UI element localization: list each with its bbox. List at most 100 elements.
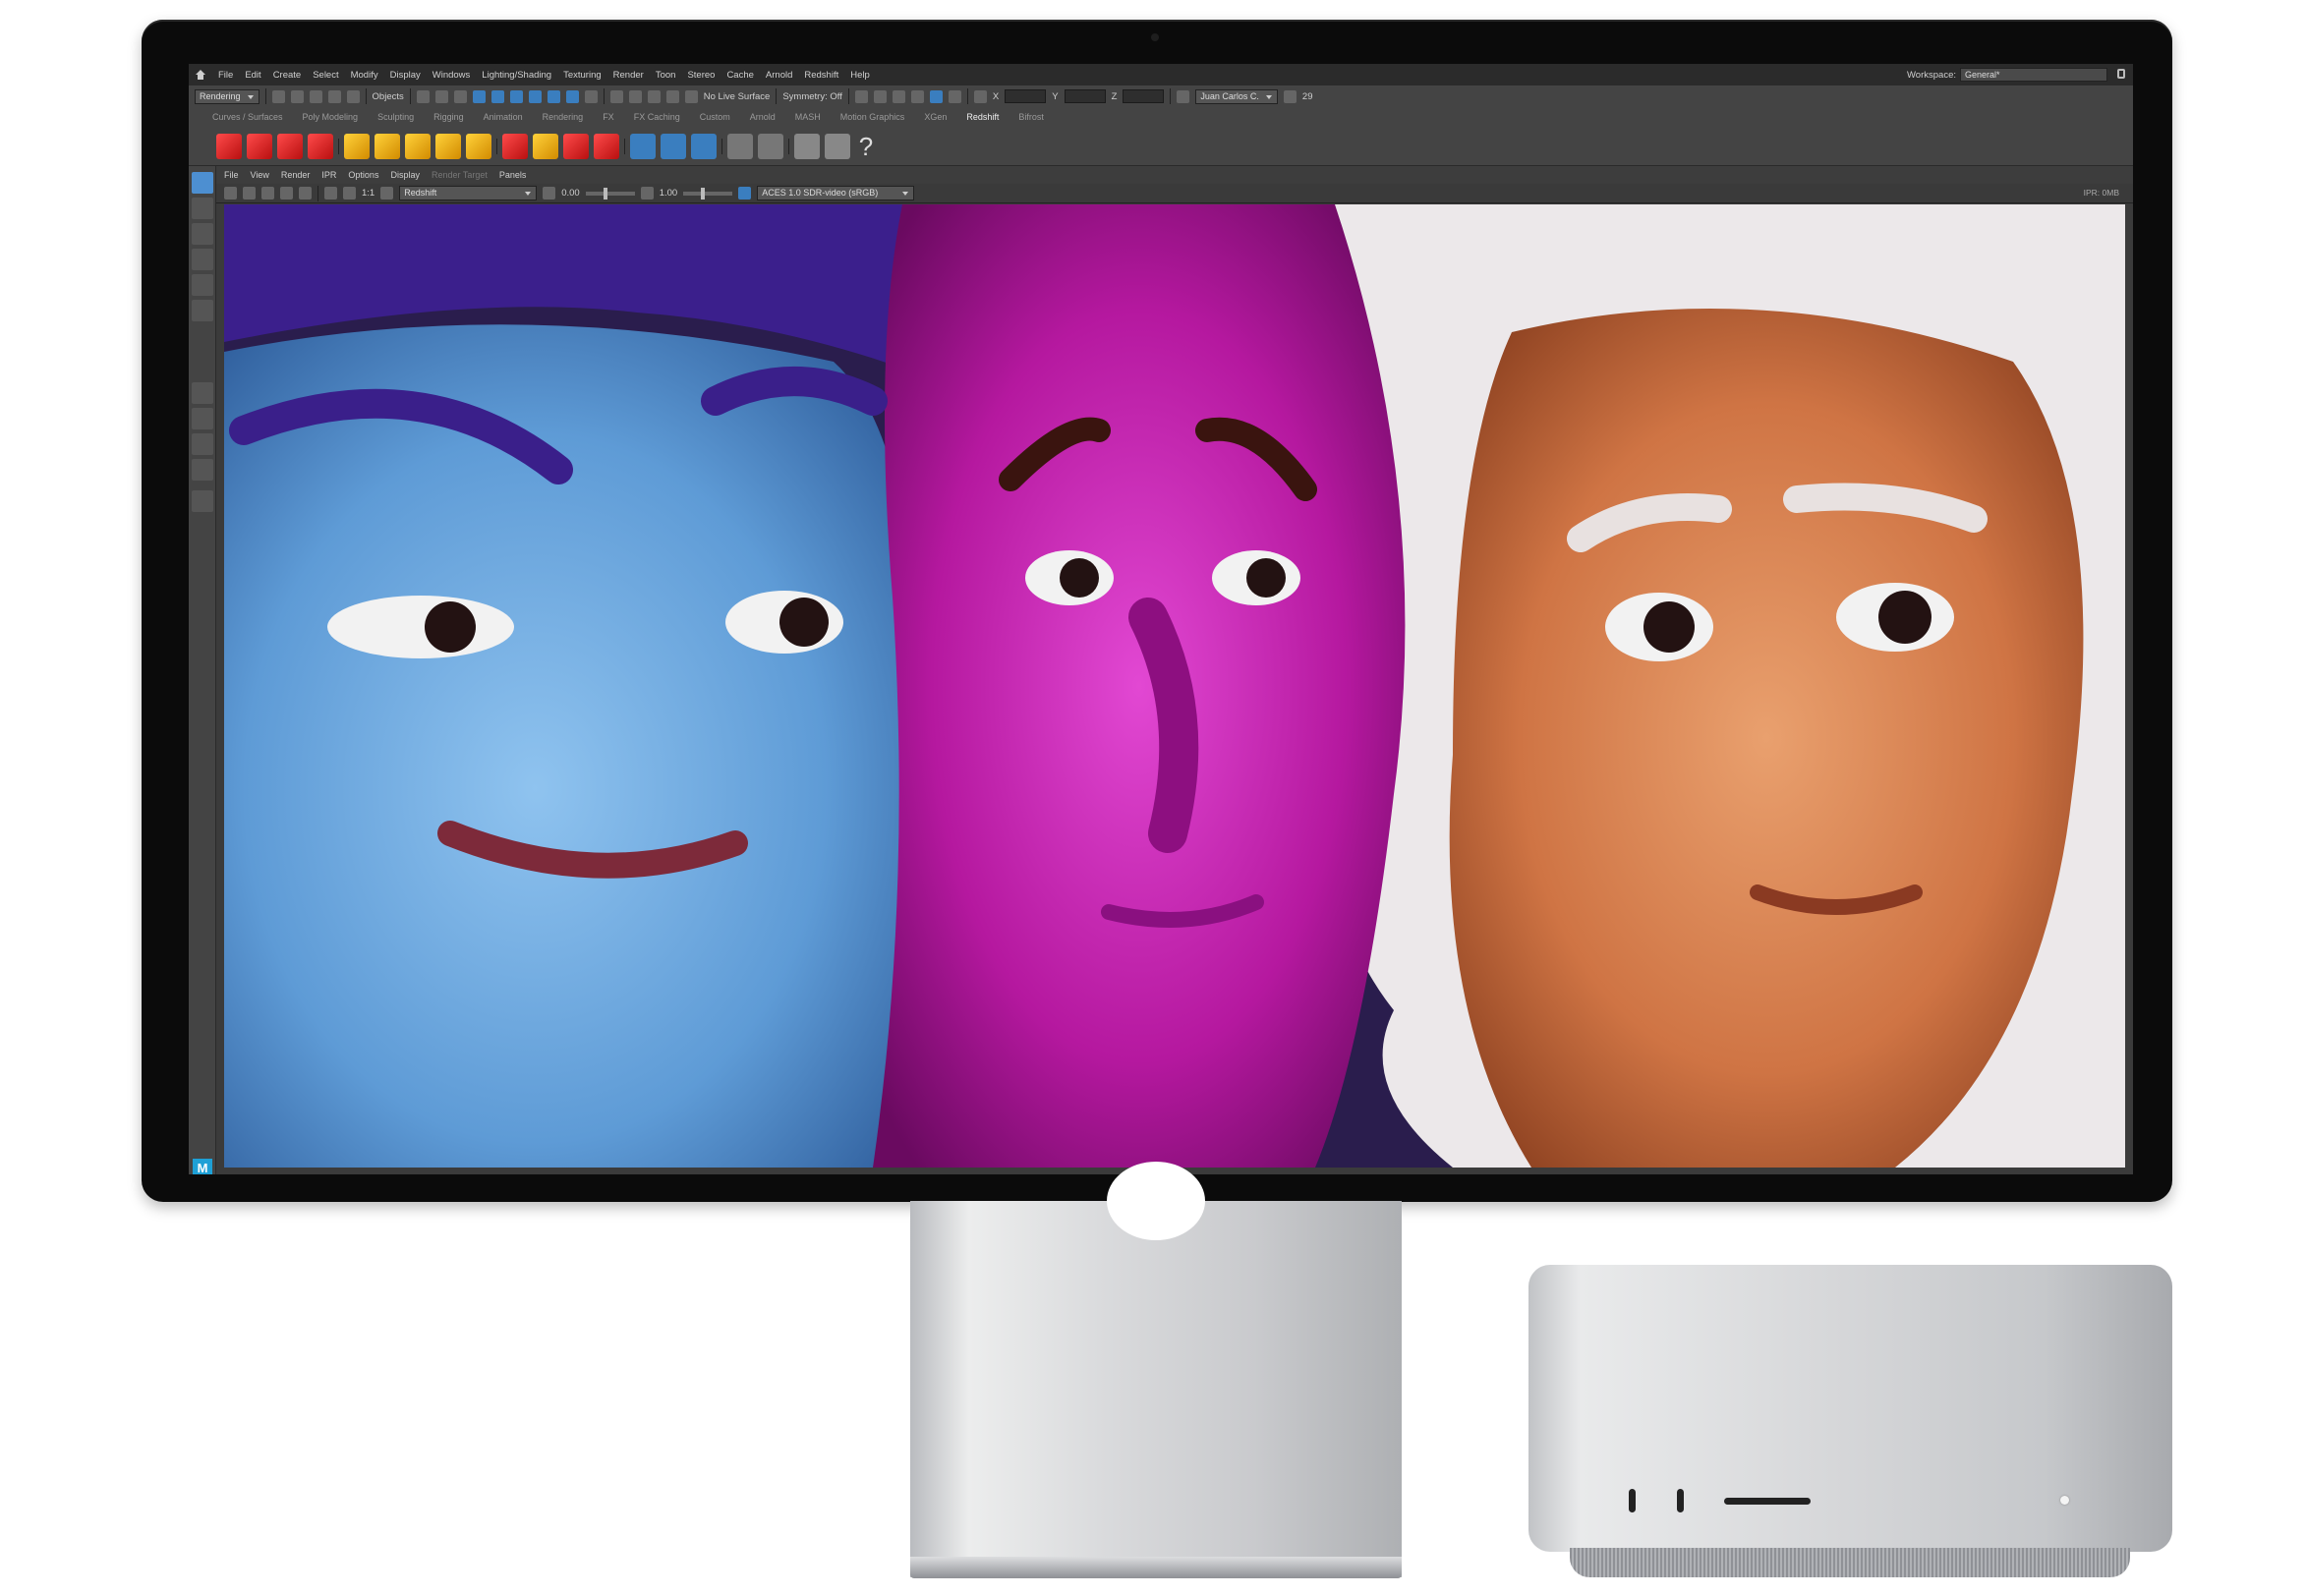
workspace-select[interactable]: General*	[1960, 68, 2107, 82]
shelf-tab-poly-modeling[interactable]: Poly Modeling	[303, 112, 359, 122]
shelf-tab-animation[interactable]: Animation	[484, 112, 523, 122]
filter-mask-icon[interactable]	[547, 89, 560, 103]
snap-surface-icon[interactable]	[684, 89, 698, 103]
user-select[interactable]: Juan Carlos C.	[1195, 88, 1278, 104]
user-icon[interactable]	[1177, 89, 1190, 103]
menu-cache[interactable]: Cache	[726, 70, 753, 81]
menu-display[interactable]: Display	[390, 70, 421, 81]
y-field[interactable]	[1064, 89, 1106, 103]
filter-mask-icon[interactable]	[490, 89, 504, 103]
menu-toon[interactable]: Toon	[656, 70, 676, 81]
render-view-icon[interactable]	[794, 133, 820, 159]
rv-menu-panels[interactable]: Panels	[499, 170, 527, 180]
sun-light-icon[interactable]	[466, 133, 491, 159]
open-scene-icon[interactable]	[290, 89, 304, 103]
redshift-cube-icon[interactable]	[216, 133, 242, 159]
hypershade-icon[interactable]	[910, 89, 924, 103]
shelf-tab-fx-caching[interactable]: FX Caching	[634, 112, 680, 122]
snap-view-icon[interactable]	[665, 89, 679, 103]
menu-texturing[interactable]: Texturing	[563, 70, 602, 81]
select-component-icon[interactable]	[453, 89, 467, 103]
color-management-icon[interactable]	[738, 187, 752, 200]
dome-light-icon[interactable]	[435, 133, 461, 159]
four-view-icon[interactable]	[192, 408, 213, 429]
render-viewport[interactable]	[224, 204, 2125, 1168]
render-region-icon[interactable]	[243, 187, 256, 200]
render-camera-icon[interactable]	[758, 133, 783, 159]
proxy-export-icon[interactable]	[630, 133, 656, 159]
renderer-select[interactable]: Redshift	[399, 186, 538, 200]
select-hierarchy-icon[interactable]	[416, 89, 430, 103]
mode-select[interactable]: Rendering	[195, 88, 259, 104]
menu-create[interactable]: Create	[273, 70, 302, 81]
log-icon[interactable]	[825, 133, 850, 159]
exposure-value[interactable]: 0.00	[561, 188, 580, 199]
menu-render[interactable]: Render	[613, 70, 644, 81]
gamma-slider[interactable]	[683, 187, 733, 200]
shelf-tab-rendering[interactable]: Rendering	[543, 112, 584, 122]
shelf-tab-curves-surfaces[interactable]: Curves / Surfaces	[212, 112, 283, 122]
gamma-value[interactable]: 1.00	[660, 188, 678, 199]
ipr-render-icon[interactable]	[280, 187, 293, 200]
render-settings-icon[interactable]	[892, 89, 905, 103]
snap-grid-icon[interactable]	[609, 89, 623, 103]
menu-help[interactable]: Help	[850, 70, 870, 81]
keep-image-icon[interactable]	[380, 187, 394, 200]
hair-icon[interactable]	[533, 133, 558, 159]
redo-icon[interactable]	[346, 89, 360, 103]
menu-lighting-shading[interactable]: Lighting/Shading	[482, 70, 551, 81]
z-field[interactable]	[1123, 89, 1165, 103]
rgb-channel-icon[interactable]	[324, 187, 337, 200]
lasso-tool-icon[interactable]	[192, 198, 213, 219]
refresh-icon[interactable]	[299, 187, 312, 200]
shelf-tab-fx[interactable]: FX	[603, 112, 614, 122]
rv-menu-view[interactable]: View	[251, 170, 269, 180]
shelf-tab-rigging[interactable]: Rigging	[433, 112, 464, 122]
shelf-tab-sculpting[interactable]: Sculpting	[377, 112, 414, 122]
snap-point-icon[interactable]	[647, 89, 661, 103]
shelf-tab-redshift[interactable]: Redshift	[966, 112, 999, 122]
home-icon[interactable]	[195, 69, 206, 81]
symmetry-label[interactable]: Symmetry: Off	[782, 91, 842, 102]
lock-selection-icon[interactable]	[584, 89, 598, 103]
paint-tool-icon[interactable]	[192, 223, 213, 245]
pause-icon[interactable]	[948, 89, 961, 103]
shelf-tab-custom[interactable]: Custom	[700, 112, 730, 122]
rv-menu-ipr[interactable]: IPR	[321, 170, 336, 180]
undo-icon[interactable]	[327, 89, 341, 103]
sphere-icon[interactable]	[594, 133, 619, 159]
proxy-import-icon[interactable]	[661, 133, 686, 159]
live-surface-label[interactable]: No Live Surface	[704, 91, 771, 102]
filter-mask-icon[interactable]	[528, 89, 542, 103]
select-object-icon[interactable]	[434, 89, 448, 103]
side-by-side-icon[interactable]	[192, 433, 213, 455]
render-ipr-icon[interactable]	[873, 89, 887, 103]
shelf-tab-motion-graphics[interactable]: Motion Graphics	[840, 112, 905, 122]
menu-windows[interactable]: Windows	[432, 70, 471, 81]
select-tool-icon[interactable]	[192, 172, 213, 194]
shelf-tab-mash[interactable]: MASH	[795, 112, 821, 122]
objects-label[interactable]: Objects	[373, 91, 404, 102]
rv-menu-render-target[interactable]: Render Target	[432, 170, 488, 180]
light-portal-icon[interactable]	[344, 133, 370, 159]
spot-light-icon[interactable]	[405, 133, 431, 159]
transform-icon[interactable]	[973, 89, 987, 103]
rv-menu-display[interactable]: Display	[390, 170, 420, 180]
exposure-slider[interactable]	[585, 187, 635, 200]
rotate-tool-icon[interactable]	[192, 274, 213, 296]
rv-menu-render[interactable]: Render	[281, 170, 311, 180]
filter-mask-icon[interactable]	[565, 89, 579, 103]
render-view-icon[interactable]	[929, 89, 943, 103]
help-icon[interactable]: ?	[855, 134, 877, 159]
camera-rig-icon[interactable]	[727, 133, 753, 159]
snapshot-icon[interactable]	[261, 187, 274, 200]
menu-modify[interactable]: Modify	[351, 70, 378, 81]
zoom-ratio[interactable]: 1:1	[362, 188, 375, 199]
volume-icon[interactable]	[502, 133, 528, 159]
colorspace-select[interactable]: ACES 1.0 SDR-video (sRGB)	[757, 186, 915, 200]
filter-mask-icon[interactable]	[509, 89, 523, 103]
shelf-tab-xgen[interactable]: XGen	[924, 112, 947, 122]
move-tool-icon[interactable]	[192, 249, 213, 270]
menu-edit[interactable]: Edit	[245, 70, 260, 81]
menu-file[interactable]: File	[218, 70, 233, 81]
